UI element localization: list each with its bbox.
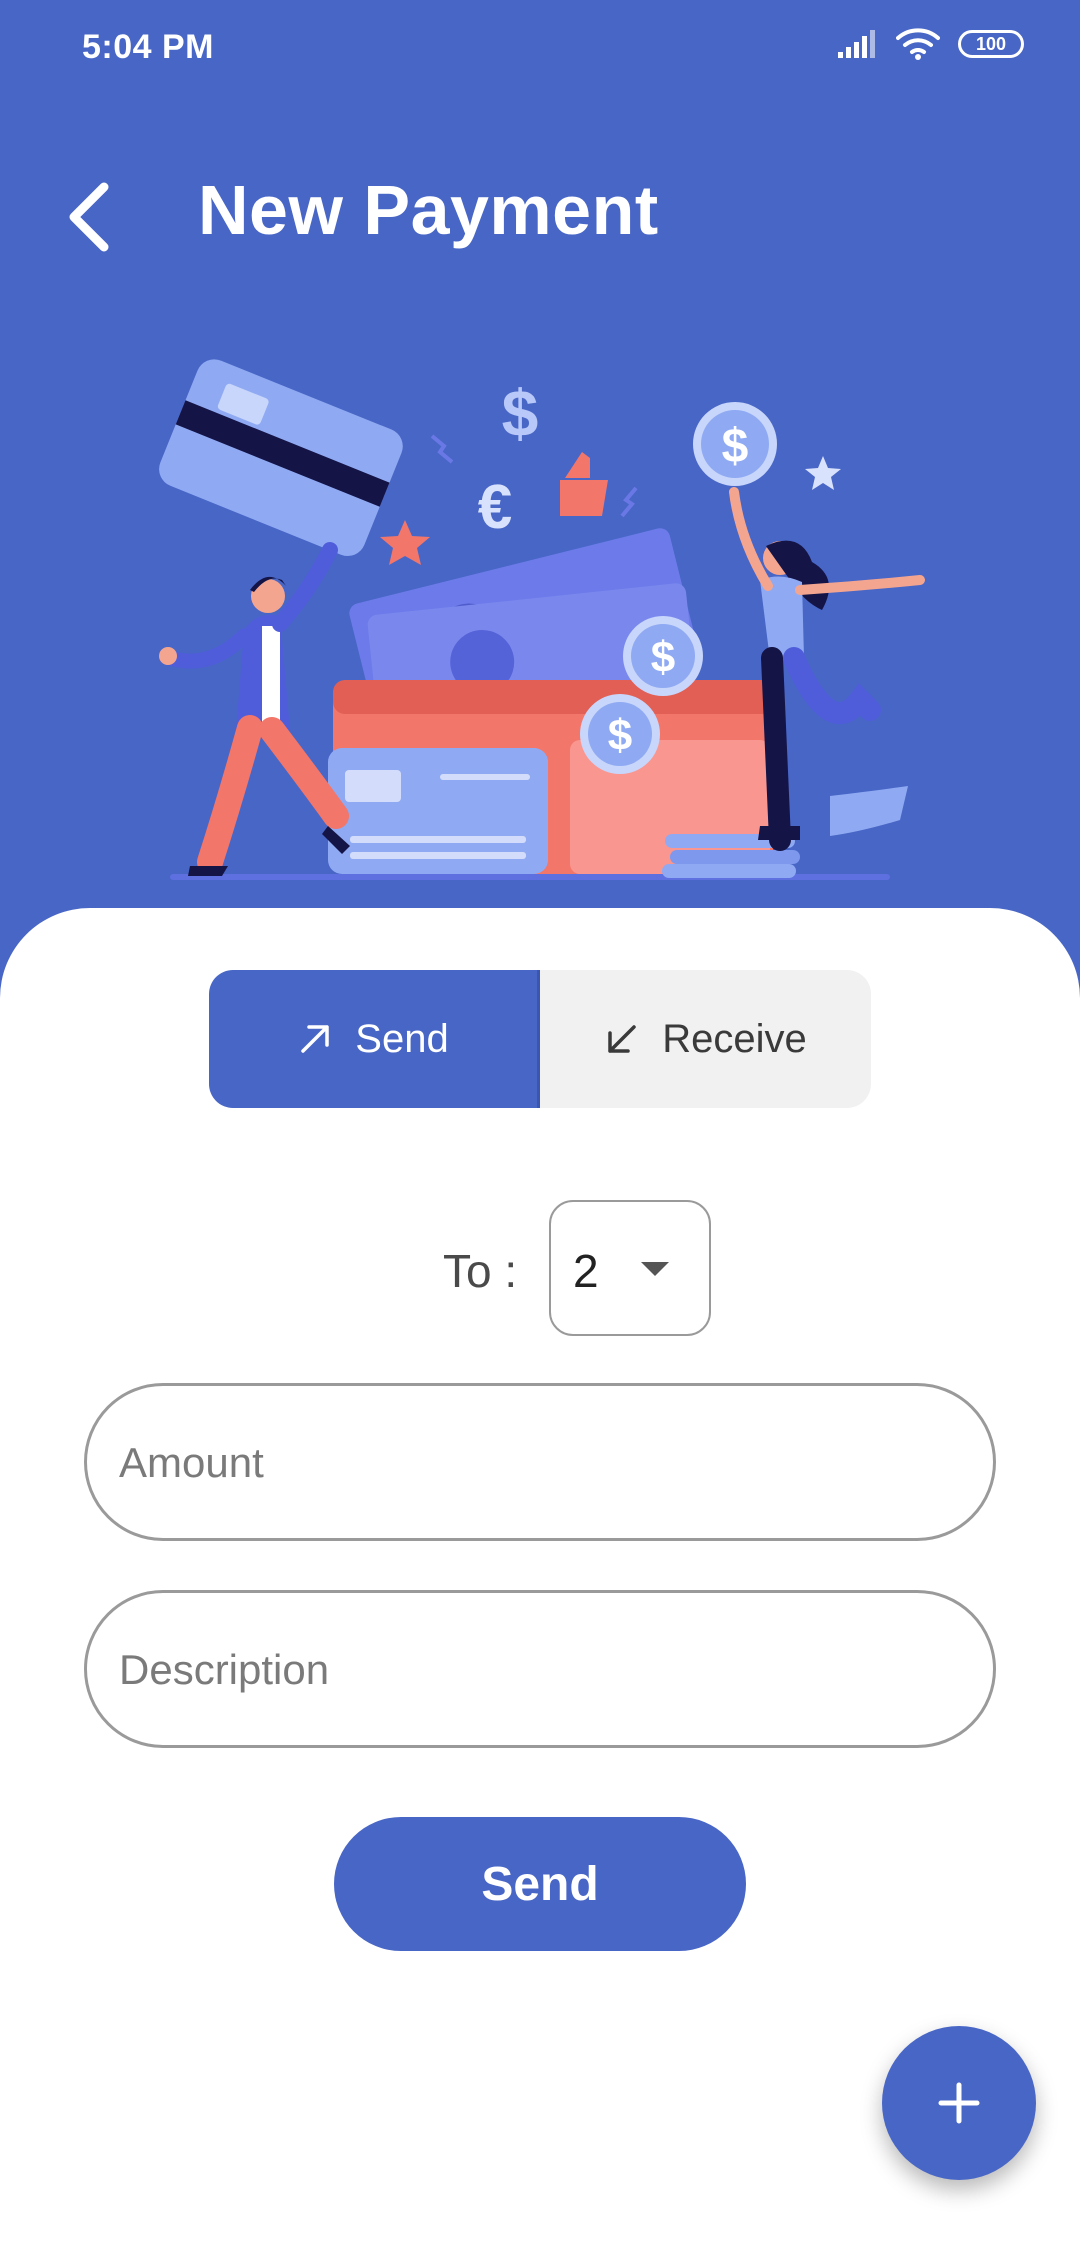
svg-text:$: $ [502, 376, 539, 450]
signal-icon [838, 30, 875, 58]
status-bar: 5:04 PM 100 [0, 0, 1080, 100]
svg-text:€: € [478, 473, 512, 542]
recipient-value: 2 [573, 1245, 599, 1297]
tab-receive[interactable]: Receive [540, 970, 871, 1108]
description-input[interactable] [117, 1593, 941, 1747]
amount-input[interactable] [117, 1386, 941, 1540]
page-title: New Payment [198, 171, 659, 249]
arrow-up-right-icon [301, 1025, 330, 1053]
payment-illustration: $ $ $ $ € [159, 359, 925, 880]
add-fab-button[interactable] [882, 2026, 1036, 2180]
status-time: 5:04 PM [82, 28, 214, 66]
svg-text:$: $ [651, 633, 675, 682]
amount-field[interactable] [84, 1383, 996, 1541]
status-icons: 100 [836, 28, 1024, 60]
wifi-icon [896, 28, 940, 60]
back-button[interactable] [44, 172, 134, 262]
tab-send-label: Send [355, 1016, 449, 1061]
caret-down-icon [641, 1262, 669, 1276]
description-field[interactable] [84, 1590, 996, 1748]
svg-text:$: $ [722, 420, 749, 473]
recipient-dropdown[interactable]: 2 [549, 1200, 711, 1336]
to-label: To : [443, 1245, 518, 1297]
battery-icon: 100 [958, 30, 1024, 58]
plus-icon [938, 2082, 980, 2124]
recipient-row: To : 2 [0, 1200, 1080, 1338]
send-button[interactable]: Send [334, 1817, 746, 1951]
payment-form-sheet: Send Receive To : 2 Send [0, 908, 1080, 2246]
chevron-left-icon [69, 182, 109, 252]
tab-send[interactable]: Send [209, 970, 540, 1108]
battery-level: 100 [975, 33, 1007, 54]
svg-text:$: $ [608, 711, 632, 760]
header: New Payment [0, 150, 1080, 280]
tab-receive-label: Receive [662, 1016, 807, 1061]
arrow-down-left-icon [608, 1025, 636, 1053]
send-receive-toggle: Send Receive [209, 970, 871, 1108]
